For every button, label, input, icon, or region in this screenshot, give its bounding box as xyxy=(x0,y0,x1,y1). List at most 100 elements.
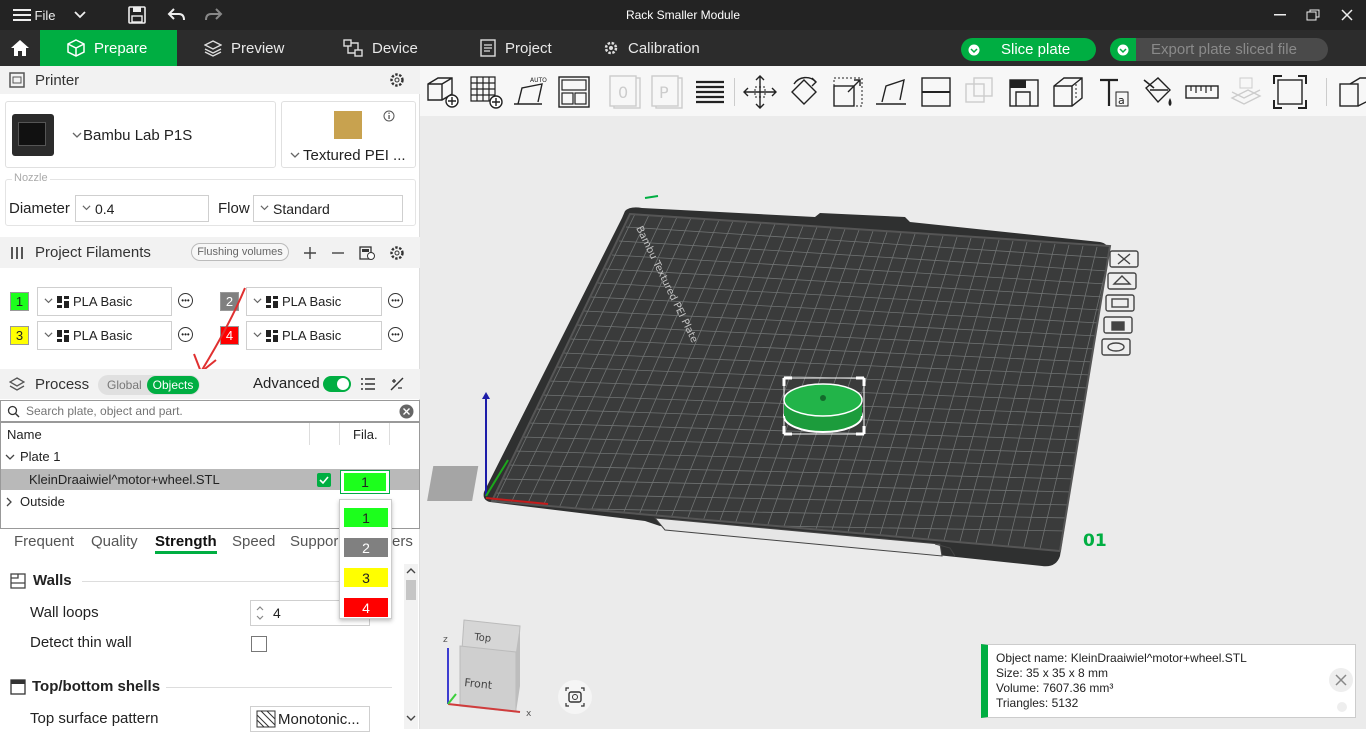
add-object-icon[interactable] xyxy=(424,74,460,110)
home-icon[interactable] xyxy=(0,30,40,66)
tab-frequent[interactable]: Frequent xyxy=(14,533,74,550)
scale-icon[interactable] xyxy=(830,74,866,110)
plate-0-icon[interactable]: 0 xyxy=(608,74,644,110)
gear-icon[interactable] xyxy=(389,72,405,88)
chevron-right-icon[interactable] xyxy=(6,497,14,507)
tab-project[interactable]: Project xyxy=(480,30,552,66)
filament-select-4[interactable]: PLA Basic xyxy=(246,321,382,350)
chevron-down-icon[interactable] xyxy=(961,38,987,61)
chevron-down-icon[interactable] xyxy=(1110,38,1136,61)
seam-paint-icon[interactable] xyxy=(1050,74,1086,110)
filament-option-2[interactable]: 2 xyxy=(344,538,388,557)
auto-orient-icon[interactable]: AUTO xyxy=(512,74,548,110)
filament-option-3[interactable]: 3 xyxy=(344,568,388,587)
title-bar: File Rack Smaller Module xyxy=(0,0,1366,30)
support-paint-icon[interactable] xyxy=(1006,74,1042,110)
text-icon[interactable]: a xyxy=(1096,74,1132,110)
clear-search-icon[interactable] xyxy=(399,404,414,419)
tab-device[interactable]: Device xyxy=(343,30,418,66)
ams-sync-icon[interactable] xyxy=(358,244,375,261)
filament-select-2[interactable]: PLA Basic xyxy=(246,287,382,316)
filament-select-3[interactable]: PLA Basic xyxy=(37,321,172,350)
list-icon[interactable] xyxy=(361,377,375,391)
plate-row[interactable]: Plate 1 xyxy=(1,447,419,467)
shells-title: Top/bottom shells xyxy=(32,678,161,695)
top-surface-pattern-value: Monotonic... xyxy=(278,710,360,728)
filament-option-4[interactable]: 4 xyxy=(344,598,388,617)
advanced-toggle[interactable] xyxy=(323,376,351,392)
fit-view-icon[interactable] xyxy=(1272,74,1308,110)
scrollbar-thumb[interactable] xyxy=(406,580,416,600)
tab-quality[interactable]: Quality xyxy=(91,533,138,550)
flow-label: Flow xyxy=(218,200,250,217)
printer-selector[interactable]: Bambu Lab P1S xyxy=(5,101,276,168)
filament-number-3[interactable]: 3 xyxy=(10,326,29,345)
lay-on-face-icon[interactable] xyxy=(874,74,910,110)
detect-thin-wall-checkbox[interactable] xyxy=(251,636,267,652)
top-surface-pattern-select[interactable]: Monotonic... xyxy=(250,706,370,732)
compare-icon[interactable] xyxy=(390,377,404,391)
tab-support[interactable]: Suppor xyxy=(290,533,338,550)
diameter-select[interactable]: 0.4 xyxy=(75,195,209,222)
walls-title: Walls xyxy=(33,572,72,589)
tab-speed[interactable]: Speed xyxy=(232,533,275,550)
document-icon xyxy=(480,39,496,57)
plate-type-selector[interactable]: Textured PEI ... xyxy=(281,101,416,168)
layers-icon xyxy=(204,40,222,57)
reset-view-button[interactable] xyxy=(558,680,592,714)
tab-strength[interactable]: Strength xyxy=(155,533,217,554)
minimize-icon[interactable] xyxy=(1270,0,1290,30)
more-options-icon[interactable]: ••• xyxy=(388,293,403,308)
measure-icon[interactable] xyxy=(1184,74,1220,110)
restore-icon[interactable] xyxy=(1303,0,1323,30)
export-plate-button[interactable]: Export plate sliced file xyxy=(1110,38,1328,61)
scroll-down-icon[interactable] xyxy=(406,714,416,722)
remove-icon[interactable] xyxy=(331,246,345,260)
cut-icon[interactable] xyxy=(918,74,954,110)
search-input[interactable] xyxy=(26,404,386,418)
move-icon[interactable] xyxy=(742,74,778,110)
filament-option-1[interactable]: 1 xyxy=(344,508,388,527)
assembly-icon[interactable] xyxy=(1228,74,1264,110)
3d-viewport[interactable]: AUTO 0 P a Bambu Textured PEI Plate 01 T… xyxy=(420,66,1366,729)
split-icon[interactable] xyxy=(1336,74,1366,110)
toggle-objects-label[interactable]: Objects xyxy=(147,376,199,394)
collapse-dot-icon[interactable] xyxy=(1337,702,1347,712)
flow-select[interactable]: Standard xyxy=(253,195,403,222)
filament-number-1[interactable]: 1 xyxy=(10,292,29,311)
toggle-global-label[interactable]: Global xyxy=(107,378,142,392)
color-paint-icon[interactable] xyxy=(1140,74,1176,110)
build-plate[interactable]: Bambu Textured PEI Plate 01 xyxy=(420,116,1366,729)
object-filament-select[interactable]: 1 xyxy=(340,470,390,494)
add-icon[interactable] xyxy=(303,246,317,260)
layers-list-icon[interactable] xyxy=(692,74,728,110)
global-objects-toggle[interactable]: Global Objects xyxy=(98,375,200,395)
filament-select-1[interactable]: PLA Basic xyxy=(37,287,172,316)
chevron-down-icon[interactable] xyxy=(5,454,15,462)
outside-row[interactable]: Outside xyxy=(1,492,339,512)
add-plate-icon[interactable] xyxy=(468,74,504,110)
settings-scrollbar[interactable] xyxy=(404,564,418,729)
boolean-icon[interactable] xyxy=(962,74,998,110)
tab-preview[interactable]: Preview xyxy=(204,30,284,66)
flushing-volumes-button[interactable]: Flushing volumes xyxy=(191,243,289,261)
more-options-icon[interactable]: ••• xyxy=(388,327,403,342)
slice-plate-button[interactable]: Slice plate xyxy=(961,38,1096,61)
rotate-icon[interactable] xyxy=(786,74,822,110)
stepper-arrows-icon[interactable] xyxy=(255,603,265,623)
search-bar[interactable] xyxy=(0,400,420,422)
object-row[interactable]: KleinDraaiwiel^motor+wheel.STL 1 xyxy=(1,469,419,494)
view-cube[interactable]: Top Front z x xyxy=(434,614,554,724)
close-info-button[interactable] xyxy=(1329,668,1353,692)
checkbox-checked-icon[interactable] xyxy=(317,473,331,487)
tab-others[interactable]: ers xyxy=(392,533,413,550)
tab-calibration[interactable]: Calibration xyxy=(603,30,700,66)
gear-icon[interactable] xyxy=(389,245,405,261)
close-icon xyxy=(1335,674,1347,686)
info-icon[interactable] xyxy=(383,110,395,122)
close-icon[interactable] xyxy=(1337,0,1357,30)
tab-prepare[interactable]: Prepare xyxy=(40,30,177,66)
plate-p-icon[interactable]: P xyxy=(650,74,686,110)
arrange-icon[interactable] xyxy=(556,74,592,110)
scroll-up-icon[interactable] xyxy=(406,567,416,575)
